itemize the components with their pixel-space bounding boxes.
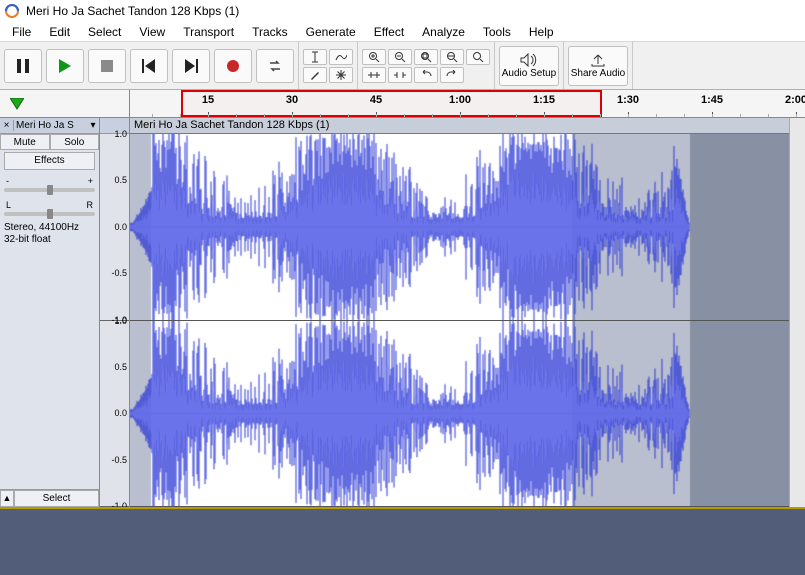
menu-file[interactable]: File [4, 23, 39, 41]
track-name[interactable]: Meri Ho Ja S [14, 120, 87, 131]
loop-button[interactable] [256, 49, 294, 83]
audio-setup-button[interactable]: Audio Setup [499, 46, 559, 86]
waveform-area[interactable]: Meri Ho Ja Sachet Tandon 128 Kbps (1) [130, 118, 789, 507]
zoom-out-button[interactable] [388, 49, 412, 65]
amplitude-ruler: 1.00.50.0-0.5-1.0 1.00.50.0-0.5-1.0 [100, 118, 130, 507]
timeline-label: 45 [370, 94, 382, 106]
pan-slider[interactable]: LR [4, 200, 95, 218]
vertical-scrollbar[interactable] [789, 118, 805, 507]
silence-button[interactable] [388, 67, 412, 83]
waveform-left-channel[interactable] [130, 134, 789, 321]
play-button[interactable] [46, 49, 84, 83]
trim-button[interactable] [362, 67, 386, 83]
redo-button[interactable] [440, 67, 464, 83]
track-menu-button[interactable]: ▾ [87, 120, 99, 131]
share-audio-label: Share Audio [571, 68, 626, 79]
fit-selection-button[interactable] [414, 49, 438, 65]
envelope-tool[interactable] [329, 49, 353, 65]
clip-title[interactable]: Meri Ho Ja Sachet Tandon 128 Kbps (1) [130, 118, 789, 134]
effects-button[interactable]: Effects [4, 152, 95, 170]
mute-button[interactable]: Mute [0, 134, 50, 150]
timeline-track[interactable]: 01530451:001:151:301:452:00 [130, 90, 805, 117]
solo-button[interactable]: Solo [50, 134, 100, 150]
selection-tool[interactable] [303, 49, 327, 65]
stop-button[interactable] [88, 49, 126, 83]
menu-tools[interactable]: Tools [475, 23, 519, 41]
menu-generate[interactable]: Generate [298, 23, 364, 41]
timeline-label: 30 [286, 94, 298, 106]
pause-button[interactable] [4, 49, 42, 83]
setup-group: Audio Setup [495, 42, 564, 89]
fit-project-button[interactable] [440, 49, 464, 65]
timeline-left [0, 90, 130, 117]
audio-setup-label: Audio Setup [502, 68, 557, 79]
share-group: Share Audio [564, 42, 633, 89]
timeline-label: 2:00 [785, 94, 805, 106]
toolbar: Audio Setup Share Audio [0, 42, 805, 90]
menu-help[interactable]: Help [521, 23, 562, 41]
menu-effect[interactable]: Effect [366, 23, 412, 41]
waveform-right-channel[interactable] [130, 321, 789, 508]
track-close-button[interactable]: × [0, 120, 14, 131]
zoom-group [358, 42, 495, 89]
menu-transport[interactable]: Transport [175, 23, 242, 41]
share-icon [591, 53, 605, 67]
window-title: Meri Ho Ja Sachet Tandon 128 Kbps (1) [26, 4, 239, 18]
skip-end-button[interactable] [172, 49, 210, 83]
track-select-button[interactable]: Select [14, 490, 99, 507]
transport-group [0, 42, 299, 89]
share-audio-button[interactable]: Share Audio [568, 46, 628, 86]
track-header[interactable]: × Meri Ho Ja S ▾ [0, 118, 99, 134]
menu-bar: FileEditSelectViewTransportTracksGenerat… [0, 22, 805, 42]
multi-tool[interactable] [329, 67, 353, 83]
timeline-label: 1:00 [449, 94, 471, 106]
menu-analyze[interactable]: Analyze [414, 23, 473, 41]
title-bar: Meri Ho Ja Sachet Tandon 128 Kbps (1) [0, 0, 805, 22]
menu-tracks[interactable]: Tracks [244, 23, 296, 41]
gain-slider[interactable]: -+ [4, 176, 95, 194]
menu-view[interactable]: View [131, 23, 173, 41]
zoom-toggle-button[interactable] [466, 49, 490, 65]
draw-tool[interactable] [303, 67, 327, 83]
timeline-label: 1:45 [701, 94, 723, 106]
tracks-area: × Meri Ho Ja S ▾ Mute Solo Effects -+ LR… [0, 118, 805, 507]
speaker-icon [520, 53, 538, 67]
timeline-label: 15 [202, 94, 214, 106]
skip-start-button[interactable] [130, 49, 168, 83]
track-control-panel: × Meri Ho Ja S ▾ Mute Solo Effects -+ LR… [0, 118, 100, 507]
timeline-label: 1:15 [533, 94, 555, 106]
tools-group [299, 42, 358, 89]
playhead-icon [10, 98, 24, 110]
app-icon [4, 3, 20, 19]
undo-button[interactable] [414, 67, 438, 83]
status-footer [0, 507, 805, 575]
track-format-info: Stereo, 44100Hz 32-bit float [0, 220, 99, 248]
timeline[interactable]: 01530451:001:151:301:452:00 [0, 90, 805, 118]
menu-select[interactable]: Select [80, 23, 129, 41]
timeline-label: 1:30 [617, 94, 639, 106]
track-select-row: ▲ Select [0, 489, 99, 507]
record-button[interactable] [214, 49, 252, 83]
zoom-in-button[interactable] [362, 49, 386, 65]
menu-edit[interactable]: Edit [41, 23, 78, 41]
track-collapse-button[interactable]: ▲ [0, 490, 14, 507]
